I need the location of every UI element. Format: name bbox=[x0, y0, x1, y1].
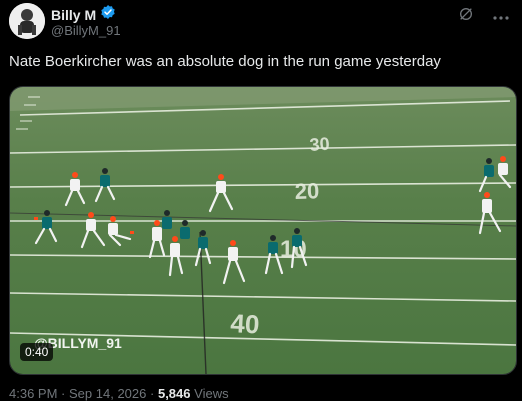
post-actions bbox=[458, 6, 510, 27]
svg-text:30: 30 bbox=[309, 134, 330, 155]
views-count: 5,846 bbox=[157, 386, 191, 401]
meta-separator: · bbox=[61, 386, 66, 401]
author-display-name[interactable]: Billy M bbox=[51, 7, 96, 23]
avatar[interactable] bbox=[9, 3, 45, 39]
more-icon[interactable] bbox=[492, 8, 510, 26]
post-date[interactable]: Sep 14, 2026 bbox=[69, 386, 146, 401]
verified-badge-icon bbox=[100, 4, 116, 25]
post-meta: 4:36 PM · Sep 14, 2026 · 5,846 Views bbox=[9, 386, 229, 401]
svg-text:40: 40 bbox=[230, 308, 260, 339]
tweet-text: Nate Boerkircher was an absolute dog in … bbox=[9, 53, 441, 70]
meta-separator: · bbox=[150, 386, 155, 401]
video-player[interactable]: 30 20 10 40 @BILLYM_91 0:40 bbox=[9, 86, 517, 375]
video-duration-badge: 0:40 bbox=[20, 343, 54, 361]
svg-text:20: 20 bbox=[294, 178, 319, 204]
author-name-row[interactable]: Billy M bbox=[51, 4, 116, 25]
football-field-image: 30 20 10 40 bbox=[10, 87, 516, 374]
post-time[interactable]: 4:36 PM bbox=[9, 386, 57, 401]
author-handle[interactable]: @BillyM_91 bbox=[51, 23, 121, 38]
views-label: Views bbox=[194, 386, 229, 401]
grok-icon[interactable] bbox=[458, 6, 474, 27]
